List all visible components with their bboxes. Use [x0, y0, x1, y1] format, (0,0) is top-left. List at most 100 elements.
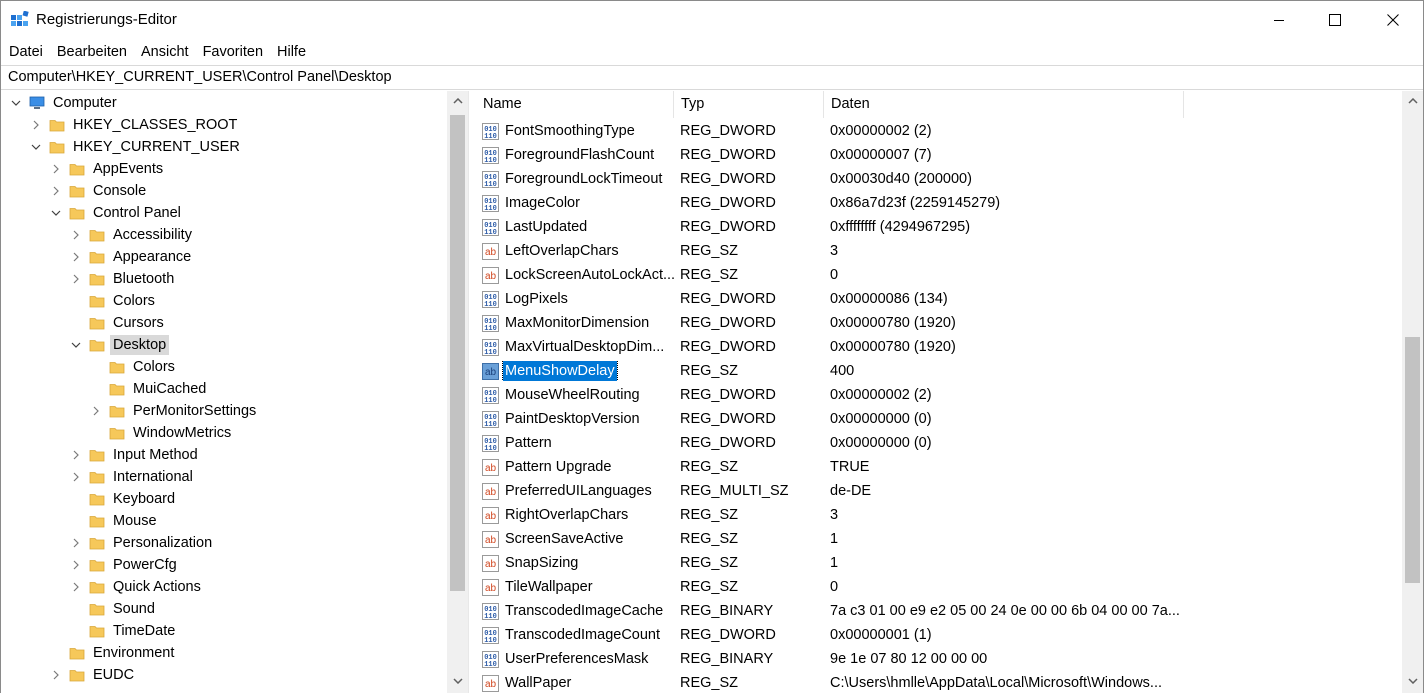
tree-scroll-thumb[interactable]: [450, 115, 465, 591]
tree-node[interactable]: HKEY_CURRENT_USER: [29, 136, 243, 158]
tree-node[interactable]: WindowMetrics: [89, 422, 234, 444]
list-scroll-thumb[interactable]: [1405, 337, 1420, 583]
value-row[interactable]: 010 110 MouseWheelRouting REG_DWORD 0x000000…: [476, 383, 1402, 407]
value-row[interactable]: 010 110 MaxMonitorDimension REG_DWORD 0x0000…: [476, 311, 1402, 335]
value-row[interactable]: 010 110 LogPixels REG_DWORD 0x00000086 (134): [476, 287, 1402, 311]
value-row[interactable]: 010 110 TranscodedImageCache REG_BINARY 7a c…: [476, 599, 1402, 623]
chevron-right-icon[interactable]: [69, 558, 83, 572]
address-bar[interactable]: Computer\HKEY_CURRENT_USER\Control Panel…: [1, 65, 1423, 90]
tree-node[interactable]: Sound: [69, 598, 158, 620]
tree-node[interactable]: Cursors: [69, 312, 167, 334]
address-path[interactable]: Computer\HKEY_CURRENT_USER\Control Panel…: [8, 69, 392, 85]
value-type: REG_SZ: [680, 531, 739, 547]
tree-node[interactable]: Keyboard: [69, 488, 178, 510]
chevron-down-icon[interactable]: [29, 140, 43, 154]
value-data: TRUE: [830, 459, 870, 475]
value-row[interactable]: ab RightOverlapChars REG_SZ 3: [476, 503, 1402, 527]
tree-node[interactable]: Accessibility: [69, 224, 195, 246]
value-row[interactable]: ab SnapSizing REG_SZ 1: [476, 551, 1402, 575]
list-scroll-down-button[interactable]: [1402, 671, 1423, 691]
value-name-cell: 010 110 Pattern: [476, 433, 674, 453]
value-row[interactable]: ab WallPaper REG_SZ C:\Users\hmlle\AppData\…: [476, 671, 1402, 693]
menu-datei[interactable]: Datei: [2, 40, 50, 64]
tree-node[interactable]: Colors: [89, 356, 178, 378]
tree-node-label: EUDC: [93, 667, 135, 683]
tree-node[interactable]: MuiCached: [89, 378, 209, 400]
chevron-right-icon[interactable]: [29, 118, 43, 132]
value-row[interactable]: ab LeftOverlapChars REG_SZ 3: [476, 239, 1402, 263]
chevron-right-icon[interactable]: [69, 228, 83, 242]
chevron-right-icon[interactable]: [89, 404, 103, 418]
value-row[interactable]: 010 110 LastUpdated REG_DWORD 0xffffffff (42…: [476, 215, 1402, 239]
menu-bearbeiten[interactable]: Bearbeiten: [50, 40, 134, 64]
chevron-right-icon[interactable]: [49, 668, 63, 682]
chevron-right-icon[interactable]: [69, 470, 83, 484]
value-row[interactable]: 010 110 ForegroundLockTimeout REG_DWORD 0x00…: [476, 167, 1402, 191]
chevron-right-icon[interactable]: [69, 580, 83, 594]
tree-node[interactable]: International: [69, 466, 196, 488]
tree-node[interactable]: Personalization: [69, 532, 215, 554]
value-row[interactable]: ab PreferredUILanguages REG_MULTI_SZ de-DE: [476, 479, 1402, 503]
tree-node[interactable]: Colors: [69, 290, 158, 312]
value-name: TranscodedImageCount: [505, 627, 661, 643]
key-tree: Computer HKEY_CLASSES_ROOT HKEY_CURRENT_US…: [1, 91, 468, 693]
tree-node[interactable]: HKEY_CLASSES_ROOT: [29, 114, 240, 136]
list-scrollbar[interactable]: [1402, 91, 1423, 693]
value-row[interactable]: ab LockScreenAutoLockAct... REG_SZ 0: [476, 263, 1402, 287]
value-row[interactable]: 010 110 FontSmoothingType REG_DWORD 0x000000…: [476, 119, 1402, 143]
tree-node[interactable]: Input Method: [69, 444, 201, 466]
tree-node[interactable]: Control Panel: [49, 202, 184, 224]
maximize-button[interactable]: [1306, 1, 1364, 39]
menu-favoriten[interactable]: Favoriten: [196, 40, 270, 64]
chevron-down-icon[interactable]: [49, 206, 63, 220]
chevron-right-icon[interactable]: [69, 448, 83, 462]
value-row[interactable]: ab MenuShowDelay REG_SZ 400: [476, 359, 1402, 383]
tree-node[interactable]: TimeDate: [69, 620, 178, 642]
minimize-button[interactable]: [1250, 1, 1308, 39]
tree-node[interactable]: Quick Actions: [69, 576, 204, 598]
value-row[interactable]: 010 110 TranscodedImageCount REG_DWORD 0x000…: [476, 623, 1402, 647]
value-row[interactable]: 010 110 UserPreferencesMask REG_BINARY 9e 1e…: [476, 647, 1402, 671]
tree-scroll-down-button[interactable]: [447, 671, 468, 691]
tree-node[interactable]: EUDC: [49, 664, 137, 686]
value-row[interactable]: ab TileWallpaper REG_SZ 0: [476, 575, 1402, 599]
tree-node[interactable]: Computer: [9, 92, 120, 114]
list-scroll-up-button[interactable]: [1402, 91, 1423, 111]
value-row[interactable]: ab Pattern Upgrade REG_SZ TRUE: [476, 455, 1402, 479]
tree-node-label: Cursors: [113, 315, 164, 331]
tree-scrollbar[interactable]: [447, 91, 468, 693]
value-row[interactable]: 010 110 Pattern REG_DWORD 0x00000000 (0): [476, 431, 1402, 455]
close-button[interactable]: [1364, 1, 1422, 39]
chevron-right-icon[interactable]: [49, 162, 63, 176]
value-row[interactable]: 010 110 PaintDesktopVersion REG_DWORD 0x0000…: [476, 407, 1402, 431]
string-value-icon: ab: [482, 530, 499, 548]
value-row[interactable]: ab ScreenSaveActive REG_SZ 1: [476, 527, 1402, 551]
chevron-right-icon[interactable]: [49, 184, 63, 198]
value-row[interactable]: 010 110 MaxVirtualDesktopDim... REG_DWORD 0x…: [476, 335, 1402, 359]
tree-node[interactable]: Bluetooth: [69, 268, 177, 290]
tree-scroll-up-button[interactable]: [447, 91, 468, 111]
tree-node[interactable]: Console: [49, 180, 149, 202]
tree-node[interactable]: PerMonitorSettings: [89, 400, 259, 422]
tree-node[interactable]: Appearance: [69, 246, 194, 268]
tree-node-label: HKEY_CLASSES_ROOT: [73, 117, 238, 133]
menu-ansicht[interactable]: Ansicht: [134, 40, 196, 64]
tree-node[interactable]: PowerCfg: [69, 554, 180, 576]
tree-node[interactable]: Desktop: [69, 334, 170, 356]
column-header-type[interactable]: Typ: [674, 91, 824, 118]
chevron-right-icon[interactable]: [69, 272, 83, 286]
menu-hilfe[interactable]: Hilfe: [270, 40, 313, 64]
tree-node[interactable]: AppEvents: [49, 158, 166, 180]
value-name: LastUpdated: [505, 219, 588, 235]
chevron-right-icon[interactable]: [69, 250, 83, 264]
column-header-data[interactable]: Daten: [824, 91, 1184, 118]
pane-splitter[interactable]: [468, 91, 476, 693]
tree-node[interactable]: Environment: [49, 642, 177, 664]
chevron-down-icon[interactable]: [69, 338, 83, 352]
chevron-right-icon[interactable]: [69, 536, 83, 550]
value-row[interactable]: 010 110 ForegroundFlashCount REG_DWORD 0x000…: [476, 143, 1402, 167]
chevron-down-icon[interactable]: [9, 96, 23, 110]
column-header-name[interactable]: Name: [476, 91, 674, 118]
value-row[interactable]: 010 110 ImageColor REG_DWORD 0x86a7d23f (225…: [476, 191, 1402, 215]
tree-node[interactable]: Mouse: [69, 510, 160, 532]
